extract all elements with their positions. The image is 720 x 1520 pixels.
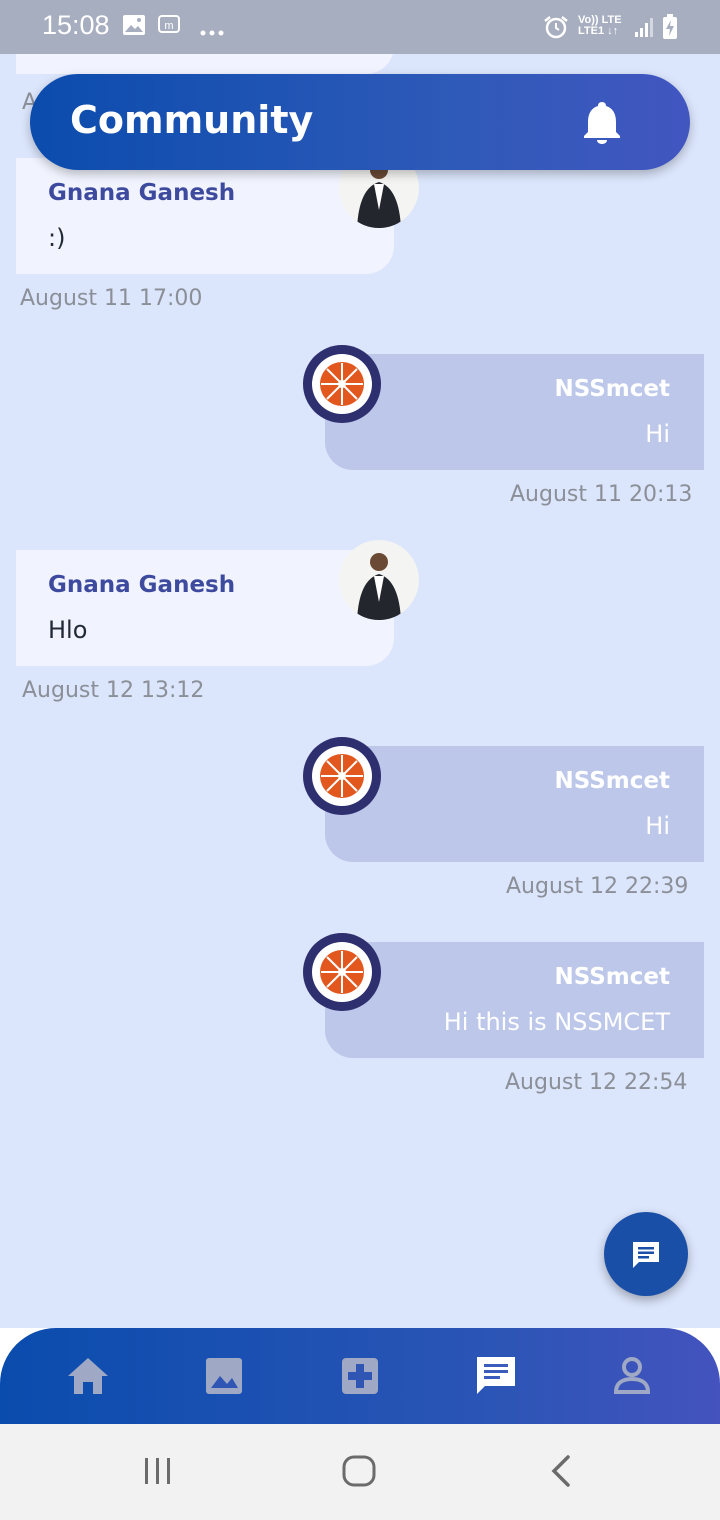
message-bubble-outgoing[interactable]: NSSmcet Hi this is NSSMCET [325, 942, 704, 1058]
bottom-nav [0, 1328, 720, 1424]
home-icon[interactable] [66, 1354, 110, 1398]
message-bubble-outgoing[interactable]: NSSmcet Hi [325, 746, 704, 862]
system-nav-bar [0, 1424, 720, 1520]
message-text: Hi [645, 420, 670, 448]
signal-icon [634, 16, 656, 42]
status-bar: 15:08 m Vo)) LTE LTE1 ↓↑ [0, 0, 720, 54]
nss-logo-avatar[interactable] [302, 344, 382, 424]
bell-icon[interactable] [582, 100, 622, 144]
medical-cross-icon[interactable] [338, 1354, 382, 1398]
message-timestamp: August 12 13:12 [22, 678, 205, 703]
battery-charging-icon [662, 14, 678, 44]
message-sender: NSSmcet [554, 964, 670, 990]
message-text: :) [48, 224, 66, 252]
message-text: Hi [645, 812, 670, 840]
message-text: Hi this is NSSMCET [443, 1008, 670, 1036]
message-sender: NSSmcet [554, 768, 670, 794]
message-timestamp: August 11 17:00 [20, 286, 203, 311]
more-dots-icon [200, 22, 224, 41]
home-circle-icon[interactable] [341, 1454, 377, 1492]
m-icon: m [158, 14, 180, 38]
page-title: Community [70, 98, 314, 142]
nss-logo-avatar[interactable] [302, 736, 382, 816]
message-bubble-outgoing[interactable]: NSSmcet Hi [325, 354, 704, 470]
message-sender: Gnana Ganesh [48, 180, 236, 206]
message-bubble-incoming[interactable]: Gnana Ganesh Hlo [16, 550, 394, 666]
person-icon[interactable] [610, 1354, 654, 1398]
back-icon[interactable] [548, 1454, 574, 1492]
message-text: Hlo [48, 616, 88, 644]
message-timestamp: August 11 20:13 [510, 482, 693, 507]
message-icon [631, 1240, 661, 1274]
message-timestamp: August 12 22:54 [505, 1070, 688, 1095]
app-header: Community [30, 74, 690, 170]
chat-icon[interactable] [474, 1354, 518, 1398]
new-message-button[interactable] [604, 1212, 688, 1296]
alarm-icon [543, 15, 569, 43]
message-bubble-incoming[interactable]: Gnana Ganesh :) [16, 158, 394, 274]
message-sender: NSSmcet [554, 376, 670, 402]
message-bubble-partial [16, 54, 394, 74]
image-icon[interactable] [202, 1354, 246, 1398]
gallery-icon [122, 14, 146, 40]
svg-text:m: m [164, 20, 173, 32]
message-timestamp: August 12 22:39 [506, 874, 689, 899]
message-sender: Gnana Ganesh [48, 572, 236, 598]
status-time: 15:08 [42, 10, 110, 40]
avatar[interactable] [339, 540, 419, 620]
chat-list[interactable]: A Gnana Ganesh :) August 11 17:00 NSSmce… [0, 54, 720, 1328]
nss-logo-avatar[interactable] [302, 932, 382, 1012]
volte-icon: Vo)) LTE LTE1 ↓↑ [578, 14, 622, 37]
recents-icon[interactable] [142, 1456, 174, 1490]
